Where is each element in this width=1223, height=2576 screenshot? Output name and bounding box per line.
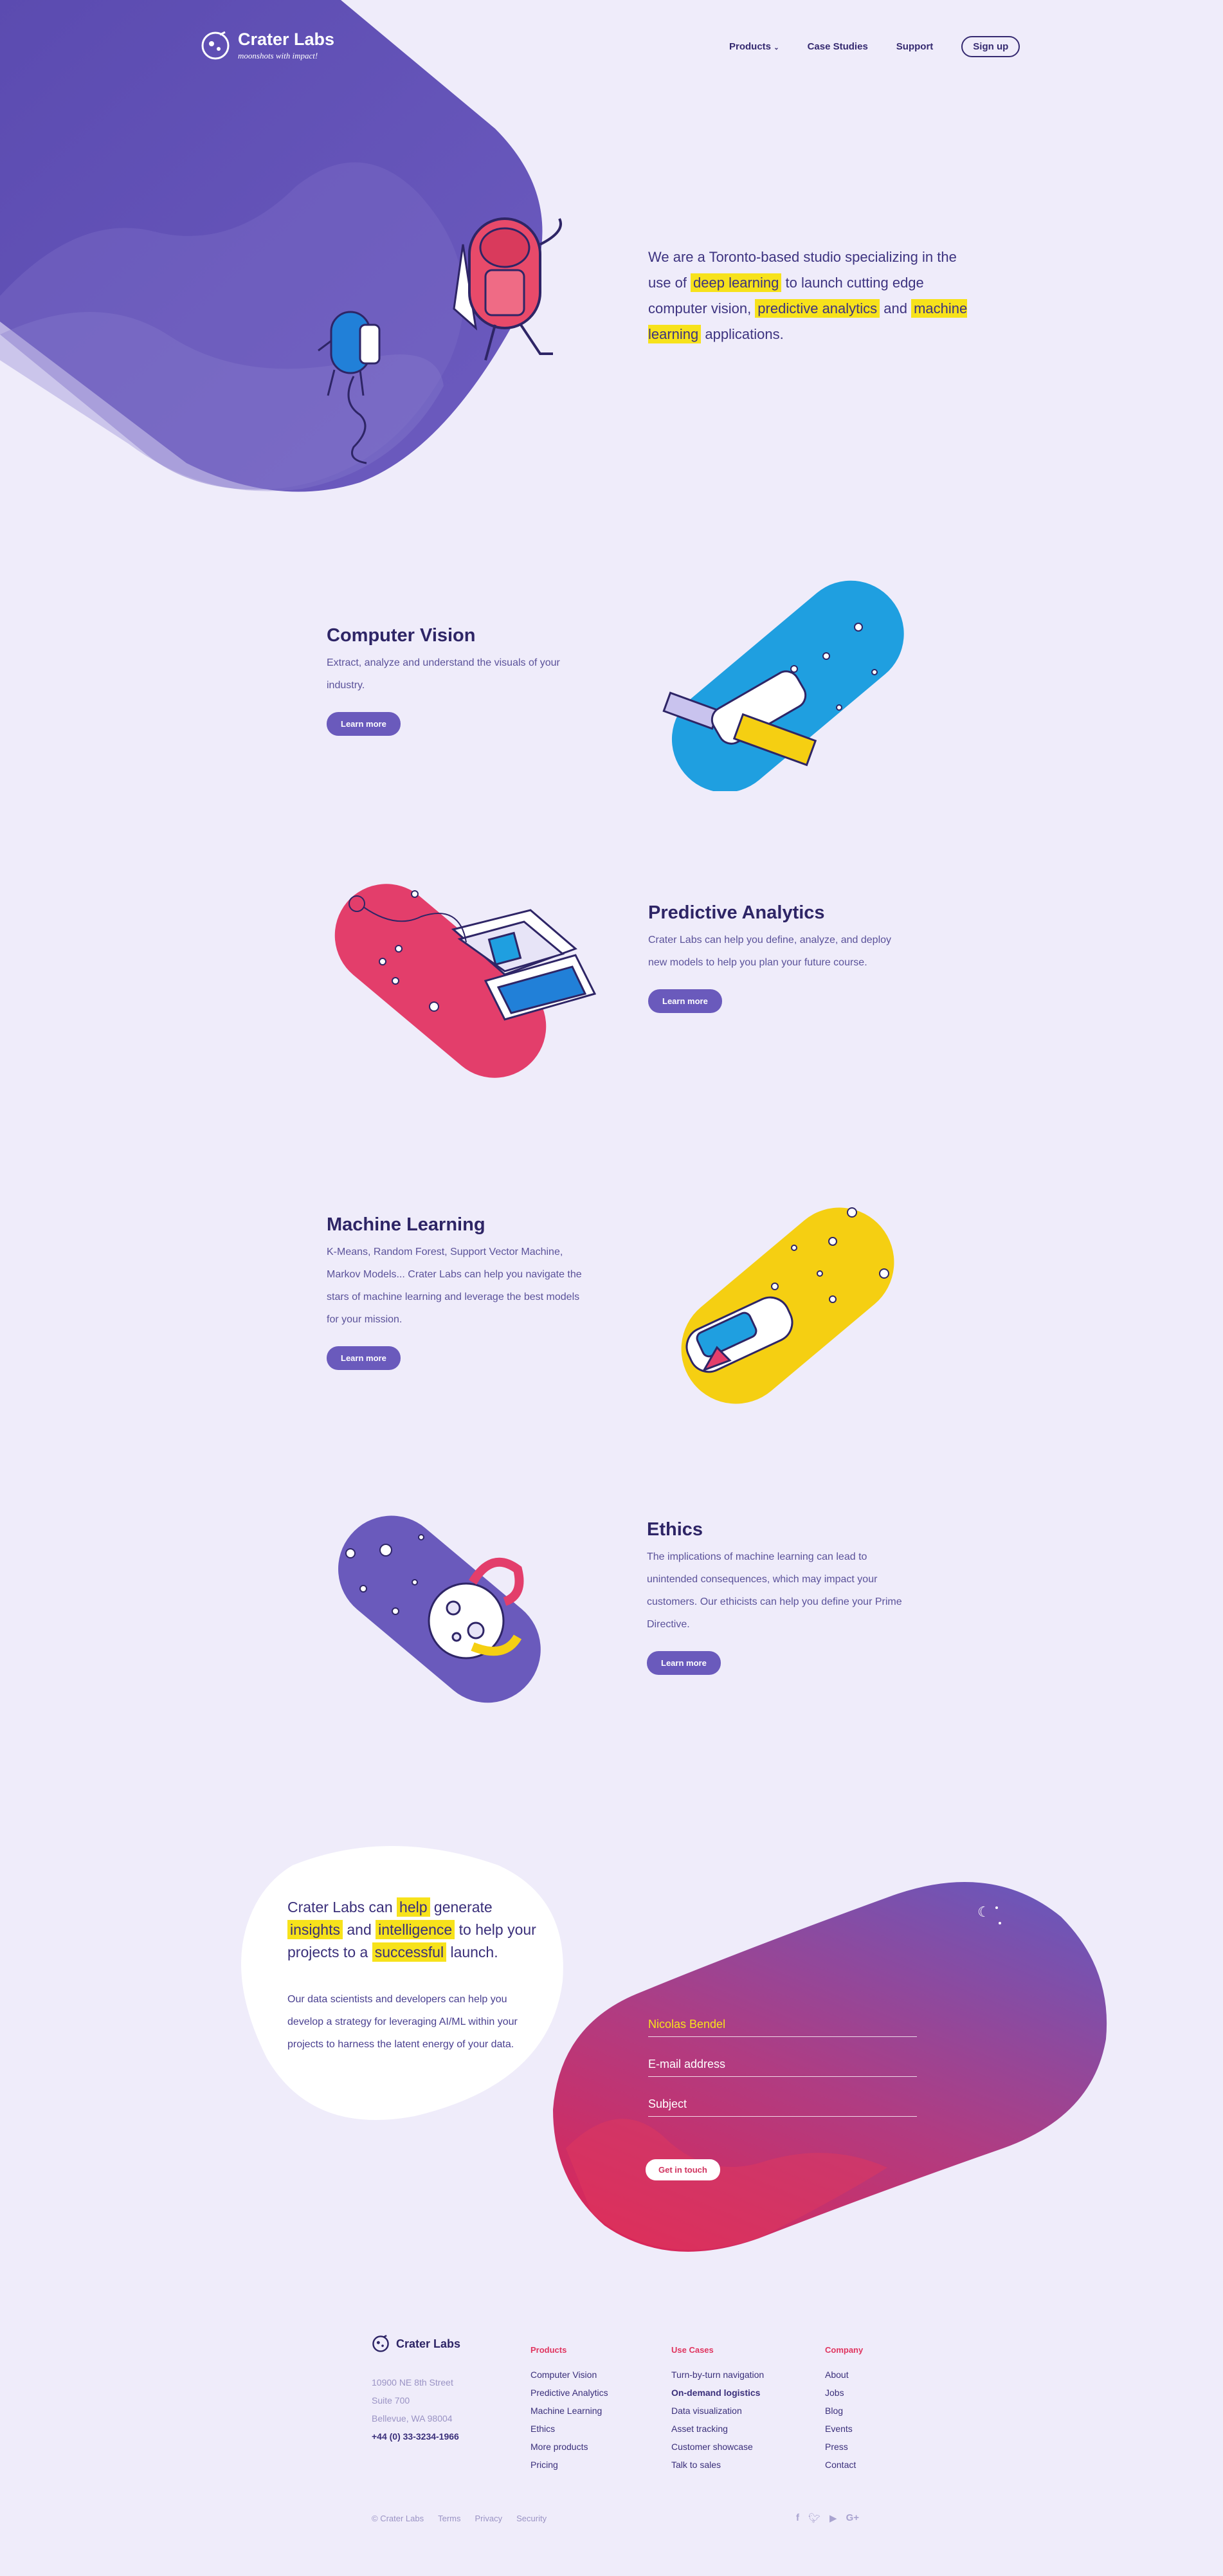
chevron-down-icon: ⌄ xyxy=(774,44,779,51)
get-in-touch-button[interactable]: Get in touch xyxy=(646,2159,720,2180)
service-computer-vision: Computer Vision Extract, analyze and und… xyxy=(327,625,584,736)
footer-link[interactable]: Contact xyxy=(825,2456,863,2474)
computer-illustration xyxy=(334,884,597,1078)
service-title: Machine Learning xyxy=(327,1214,485,1235)
contact-highlight-2: insights xyxy=(287,1920,343,1939)
footer-phone[interactable]: +44 (0) 33-3234-1966 xyxy=(372,2427,459,2445)
nav-support[interactable]: Support xyxy=(896,41,934,52)
hero-text-4: applications. xyxy=(701,326,784,342)
twitter-icon[interactable]: 🐦︎ xyxy=(808,2512,820,2524)
footer-col-heading: Company xyxy=(825,2345,864,2355)
footer-link[interactable]: Turn-by-turn navigation xyxy=(671,2366,764,2384)
moon-logo-icon xyxy=(201,31,230,59)
service-title: Ethics xyxy=(647,1519,703,1540)
signup-button[interactable]: Sign up xyxy=(961,36,1020,57)
footer-col-products: Products Computer Vision Predictive Anal… xyxy=(530,2341,608,2474)
learn-more-button[interactable]: Learn more xyxy=(647,1651,721,1675)
address-line: Bellevue, WA 98004 xyxy=(372,2413,453,2424)
service-title: Predictive Analytics xyxy=(648,902,825,923)
nav-products-label: Products xyxy=(729,41,772,52)
footer-link[interactable]: Press xyxy=(825,2438,863,2456)
contact-text-2: generate xyxy=(430,1899,493,1915)
footer-link[interactable]: Blog xyxy=(825,2402,863,2420)
service-title: Computer Vision xyxy=(327,625,476,646)
learn-more-button[interactable]: Learn more xyxy=(648,989,722,1013)
footer-brand-name: Crater Labs xyxy=(396,2337,461,2350)
service-description: Crater Labs can help you define, analyze… xyxy=(648,935,892,968)
footer-link[interactable]: Data visualization xyxy=(671,2402,764,2420)
contact-highlight-3: intelligence xyxy=(376,1920,455,1939)
contact-highlight-1: help xyxy=(397,1897,430,1917)
moon-logo-icon xyxy=(372,2335,389,2352)
footer-col-heading: Products xyxy=(530,2345,567,2355)
footer-link[interactable]: Events xyxy=(825,2420,863,2438)
hero-highlight-2: predictive analytics xyxy=(755,299,880,318)
footer-col-use-cases: Use Cases Turn-by-turn navigation On-dem… xyxy=(671,2341,764,2474)
google-plus-icon[interactable]: G+ xyxy=(846,2512,859,2524)
terms-link[interactable]: Terms xyxy=(438,2514,460,2523)
footer-col-company: Company About Jobs Blog Events Press Con… xyxy=(825,2341,863,2474)
name-field[interactable]: Nicolas Bendel xyxy=(648,2018,917,2037)
email-field[interactable]: E-mail address xyxy=(648,2058,917,2077)
contact-headline: Crater Labs can help generate insights a… xyxy=(287,1896,545,1964)
youtube-icon[interactable]: ▶ xyxy=(829,2512,837,2524)
brand-logo[interactable]: Crater Labs moonshots with impact! xyxy=(201,30,334,61)
satellite-illustration xyxy=(662,580,904,791)
main-nav: Products ⌄ Case Studies Support Sign up xyxy=(729,36,1020,57)
social-links: f 🐦︎ ▶ G+ xyxy=(796,2512,859,2524)
subject-field[interactable]: Subject xyxy=(648,2097,917,2117)
brand-tagline: moonshots with impact! xyxy=(238,51,318,60)
address-line: Suite 700 xyxy=(372,2395,410,2406)
facebook-icon[interactable]: f xyxy=(796,2512,799,2524)
footer-link[interactable]: Predictive Analytics xyxy=(530,2384,608,2402)
learn-more-button[interactable]: Learn more xyxy=(327,712,401,736)
learn-more-button[interactable]: Learn more xyxy=(327,1346,401,1370)
footer-link[interactable]: Talk to sales xyxy=(671,2456,764,2474)
contact-body: Our data scientists and developers can h… xyxy=(287,1994,518,2050)
brand-name: Crater Labs xyxy=(238,30,335,49)
footer-link[interactable]: Customer showcase xyxy=(671,2438,764,2456)
contact-text-3: and xyxy=(342,1921,376,1938)
moon-worm-illustration xyxy=(338,1515,541,1703)
footer-brand[interactable]: Crater Labs xyxy=(372,2335,460,2353)
address-line: 10900 NE 8th Street xyxy=(372,2377,453,2388)
contact-copy: Crater Labs can help generate insights a… xyxy=(287,1896,545,2056)
service-ethics: Ethics The implications of machine learn… xyxy=(647,1519,904,1675)
svg-text:☾: ☾ xyxy=(977,1905,990,1921)
footer-link[interactable]: Asset tracking xyxy=(671,2420,764,2438)
service-description: K-Means, Random Forest, Support Vector M… xyxy=(327,1247,582,1325)
service-predictive-analytics: Predictive Analytics Crater Labs can hel… xyxy=(648,902,905,1013)
footer-link[interactable]: Pricing xyxy=(530,2456,608,2474)
nav-case-studies[interactable]: Case Studies xyxy=(808,41,868,52)
contact-text-1: Crater Labs can xyxy=(287,1899,397,1915)
service-description: The implications of machine learning can… xyxy=(647,1551,902,1630)
footer-link[interactable]: On-demand logistics xyxy=(671,2384,764,2402)
hero-text-3: and xyxy=(880,300,912,316)
contact-text-5: launch. xyxy=(446,1944,498,1960)
hero-statement: We are a Toronto-based studio specializi… xyxy=(648,244,970,347)
footer-link[interactable]: Jobs xyxy=(825,2384,863,2402)
astronaut-red-illustration xyxy=(453,217,562,361)
footer-address: 10900 NE 8th Street Suite 700 Bellevue, … xyxy=(372,2373,459,2445)
footer-link[interactable]: More products xyxy=(530,2438,608,2456)
service-description: Extract, analyze and understand the visu… xyxy=(327,657,560,691)
privacy-link[interactable]: Privacy xyxy=(475,2514,503,2523)
astronaut-blue-illustration xyxy=(318,311,381,464)
footer-link[interactable]: About xyxy=(825,2366,863,2384)
rocket-illustration xyxy=(681,1207,894,1404)
footer-link[interactable]: Machine Learning xyxy=(530,2402,608,2420)
contact-highlight-4: successful xyxy=(372,1942,447,1962)
footer-link[interactable]: Ethics xyxy=(530,2420,608,2438)
footer-link[interactable]: Computer Vision xyxy=(530,2366,608,2384)
copyright: © Crater Labs xyxy=(372,2514,424,2523)
footer-legal: © Crater Labs Terms Privacy Security xyxy=(372,2514,547,2523)
nav-products[interactable]: Products ⌄ xyxy=(729,41,779,52)
hero-highlight-1: deep learning xyxy=(691,273,782,292)
footer-col-heading: Use Cases xyxy=(671,2345,714,2355)
security-link[interactable]: Security xyxy=(516,2514,547,2523)
service-machine-learning: Machine Learning K-Means, Random Forest,… xyxy=(327,1214,584,1370)
